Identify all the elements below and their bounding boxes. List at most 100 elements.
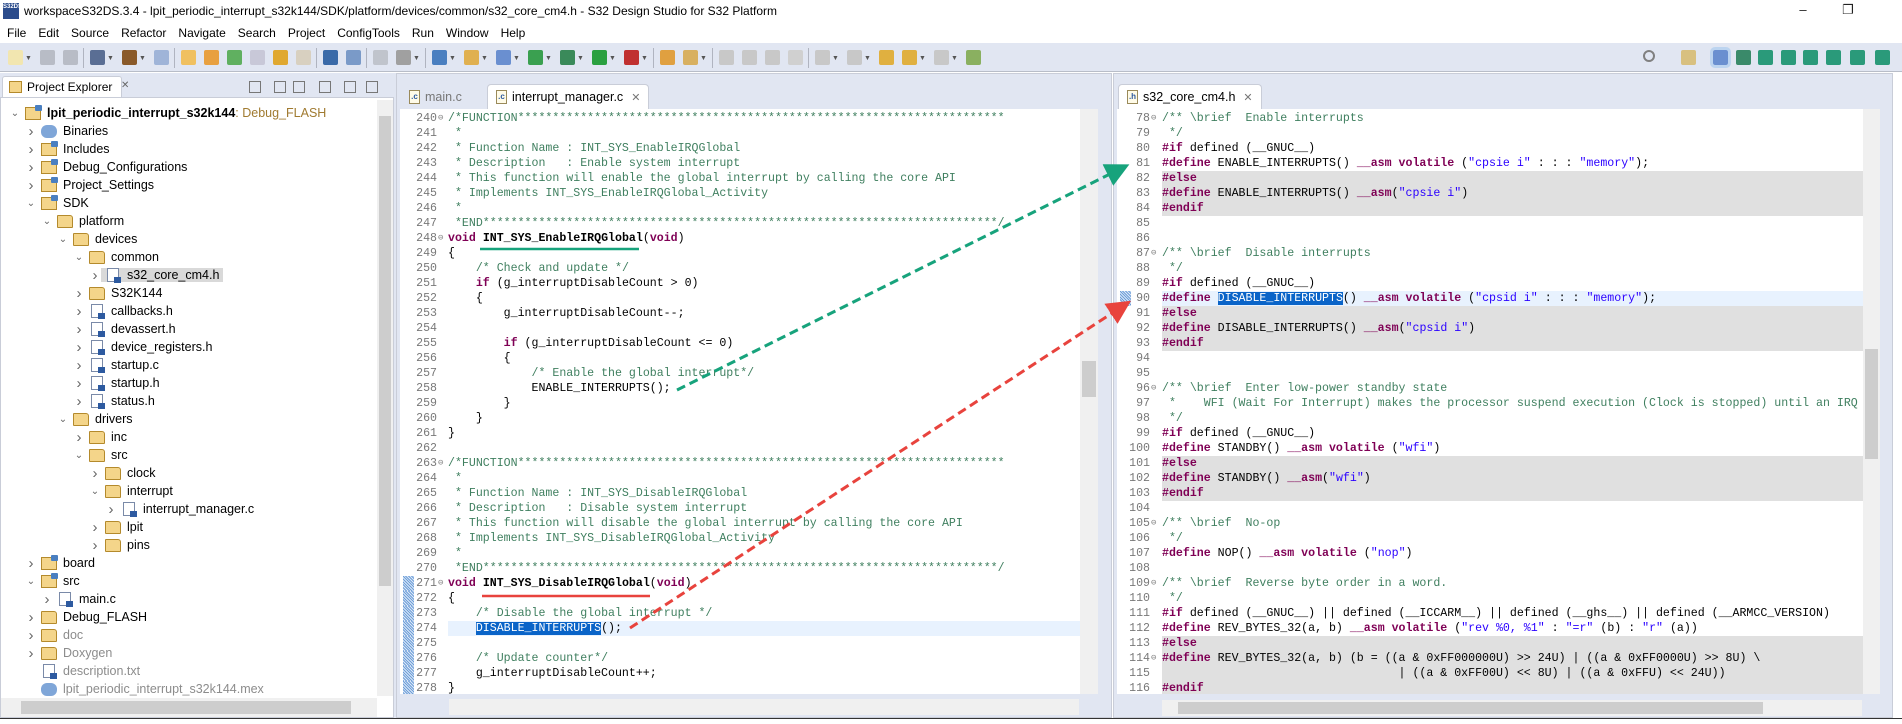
- usb-perspective-icon[interactable]: [1803, 50, 1818, 65]
- chevron-down-icon[interactable]: ⌄: [57, 234, 69, 245]
- chevron-right-icon[interactable]: ›: [25, 609, 37, 626]
- tree-item[interactable]: › pins: [1, 536, 150, 554]
- dropdown-arrow-icon[interactable]: ▼: [832, 55, 839, 62]
- tree-item[interactable]: › lpit: [1, 518, 143, 536]
- menu-run[interactable]: Run: [412, 26, 434, 40]
- chevron-right-icon[interactable]: ›: [73, 429, 85, 446]
- tree-item[interactable]: › S32K144: [1, 284, 163, 302]
- dropdown-arrow-icon[interactable]: ▼: [641, 55, 648, 62]
- code-area[interactable]: 78 ⊖/** \brief Enable interrupts 79 */80 #i…: [1117, 109, 1863, 694]
- redo-edit-icon[interactable]: [296, 50, 311, 65]
- forward-icon[interactable]: [934, 50, 949, 65]
- fold-collapse-icon[interactable]: ⊖: [438, 456, 443, 471]
- fold-collapse-icon[interactable]: ⊖: [1151, 516, 1156, 531]
- tree-item[interactable]: › s32_core_cm4.h: [1, 266, 224, 284]
- layers-perspective-icon[interactable]: [1850, 50, 1865, 65]
- tree-item[interactable]: › devassert.h: [1, 320, 176, 338]
- save-all-icon[interactable]: [63, 50, 78, 65]
- timer-perspective-icon[interactable]: [1826, 50, 1841, 65]
- chevron-down-icon[interactable]: ⌄: [25, 576, 37, 587]
- new-file-icon[interactable]: [250, 50, 265, 65]
- tree-item[interactable]: › interrupt_manager.c: [1, 500, 255, 518]
- scrollbar-thumb[interactable]: [1082, 361, 1096, 397]
- link-editor-icon[interactable]: [274, 81, 286, 93]
- menu-refactor[interactable]: Refactor: [121, 26, 166, 40]
- new-c-file-icon[interactable]: [496, 50, 511, 65]
- menu-edit[interactable]: Edit: [38, 26, 59, 40]
- fold-collapse-icon[interactable]: ⊖: [1151, 111, 1156, 126]
- step-return-icon[interactable]: [373, 50, 388, 65]
- tree-item[interactable]: ⌄ interrupt: [1, 482, 173, 500]
- undo-edit-icon[interactable]: [273, 50, 288, 65]
- signal-perspective-icon[interactable]: [1781, 50, 1796, 65]
- tab-interrupt-manager-c[interactable]: .c interrupt_manager.c ✕: [487, 84, 650, 109]
- tree-item[interactable]: ⌄ devices: [1, 230, 138, 248]
- chip-perspective-icon[interactable]: [1758, 50, 1773, 65]
- dropdown-arrow-icon[interactable]: ▼: [951, 55, 958, 62]
- chevron-right-icon[interactable]: ›: [41, 591, 53, 608]
- chevron-right-icon[interactable]: ›: [73, 321, 85, 338]
- run-icon[interactable]: [592, 50, 607, 65]
- tab-project-explorer[interactable]: Project Explorer ✕: [2, 76, 129, 98]
- tree-item[interactable]: › startup.h: [1, 374, 160, 392]
- tree-item[interactable]: › Project_Settings: [1, 176, 154, 194]
- tree-item[interactable]: › Debug_Configurations: [1, 158, 187, 176]
- close-tab-icon[interactable]: ✕: [1243, 91, 1252, 104]
- dropdown-arrow-icon[interactable]: ▼: [609, 55, 616, 62]
- chevron-right-icon[interactable]: ›: [73, 357, 85, 374]
- maximize-icon[interactable]: [366, 81, 378, 93]
- close-tab-icon[interactable]: ✕: [631, 91, 640, 104]
- open-perspective-icon[interactable]: [1681, 50, 1696, 65]
- new-icon[interactable]: [8, 50, 23, 65]
- menu-configtools[interactable]: ConfigTools: [337, 26, 400, 40]
- chevron-right-icon[interactable]: ›: [25, 645, 37, 662]
- tree-item[interactable]: › main.c: [1, 590, 116, 608]
- fold-collapse-icon[interactable]: ⊖: [1151, 246, 1156, 261]
- dropdown-arrow-icon[interactable]: ▼: [577, 55, 584, 62]
- dropdown-arrow-icon[interactable]: ▼: [864, 55, 871, 62]
- debug-perspective-icon[interactable]: [1736, 50, 1751, 65]
- editor-horizontal-scrollbar[interactable]: [1162, 700, 1862, 716]
- dropdown-arrow-icon[interactable]: ▼: [700, 55, 707, 62]
- tree-item[interactable]: › board: [1, 554, 95, 572]
- dropdown-arrow-icon[interactable]: ▼: [413, 55, 420, 62]
- new-header-icon[interactable]: [464, 50, 479, 65]
- close-icon[interactable]: ✕: [121, 80, 129, 91]
- chevron-right-icon[interactable]: ›: [73, 285, 85, 302]
- tree-item[interactable]: › Doxygen: [1, 644, 113, 662]
- new-source-folder-icon[interactable]: [227, 50, 242, 65]
- save-icon[interactable]: [40, 50, 55, 65]
- tree-item[interactable]: › clock: [1, 464, 156, 482]
- pilcrow-icon[interactable]: [788, 50, 803, 65]
- scrollbar-thumb[interactable]: [1865, 349, 1878, 459]
- chevron-right-icon[interactable]: ›: [25, 555, 37, 572]
- chevron-down-icon[interactable]: ⌄: [9, 108, 21, 119]
- chevron-right-icon[interactable]: ›: [25, 177, 37, 194]
- open-perspective-pin-icon[interactable]: [966, 50, 981, 65]
- chevron-right-icon[interactable]: ›: [89, 537, 101, 554]
- dropdown-arrow-icon[interactable]: ▼: [139, 55, 146, 62]
- collapse-all-icon[interactable]: [249, 81, 261, 93]
- dropdown-arrow-icon[interactable]: ▼: [107, 55, 114, 62]
- fold-collapse-icon[interactable]: ⊖: [438, 576, 443, 591]
- tree-item[interactable]: ⌄ SDK: [1, 194, 89, 212]
- block-select-icon[interactable]: [742, 50, 757, 65]
- chevron-down-icon[interactable]: ⌄: [41, 216, 53, 227]
- editor-vertical-scrollbar[interactable]: [1080, 109, 1098, 694]
- pen-icon[interactable]: [683, 50, 698, 65]
- code-area[interactable]: 240 ⊖/*FUNCTION**************************…: [400, 109, 1080, 694]
- tree-item[interactable]: lpit_periodic_interrupt_s32k144.mex: [1, 680, 264, 698]
- tree-item[interactable]: › inc: [1, 428, 127, 446]
- chevron-right-icon[interactable]: ›: [25, 123, 37, 140]
- tab-main-c[interactable]: .c main.c: [401, 84, 470, 109]
- tree-item[interactable]: › device_registers.h: [1, 338, 213, 356]
- annotate-icon[interactable]: [719, 50, 734, 65]
- back-icon[interactable]: [902, 50, 917, 65]
- open-folder-icon[interactable]: [660, 50, 675, 65]
- dropdown-arrow-icon[interactable]: ▼: [545, 55, 552, 62]
- search-icon[interactable]: [1643, 50, 1655, 62]
- fold-collapse-icon[interactable]: ⊖: [1151, 381, 1156, 396]
- build-config-icon[interactable]: [90, 50, 105, 65]
- last-edit-icon[interactable]: [879, 50, 894, 65]
- new-class-icon[interactable]: [204, 50, 219, 65]
